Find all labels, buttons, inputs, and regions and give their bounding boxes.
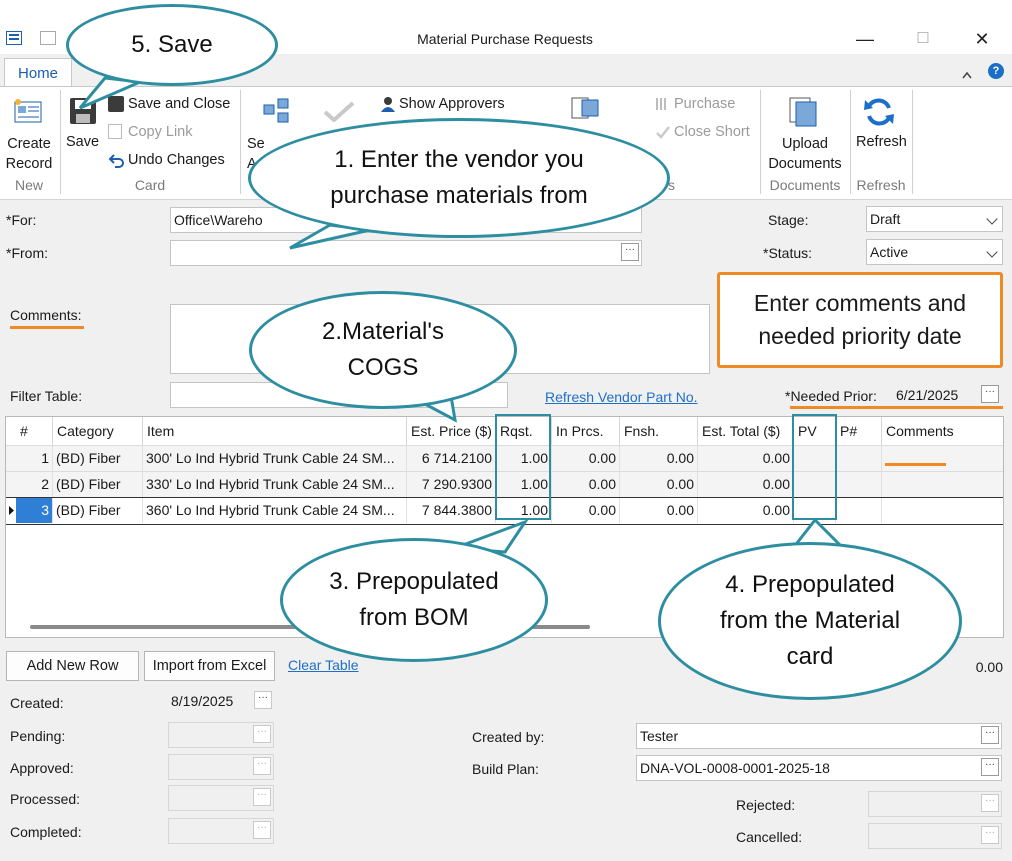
callout-material-card: 4. Prepopulated from the Material card (658, 542, 962, 700)
callout-cogs: 2.Material's COGS (249, 291, 517, 409)
callout-vendor: 1. Enter the vendor you purchase materia… (248, 118, 670, 238)
callout-comments-line-1: Enter comments and (753, 290, 967, 316)
callout-bom-line-1: 3. Prepopulated (329, 568, 499, 595)
callout-material-card-line-1: 4. Prepopulated (725, 571, 895, 598)
callout-vendor-line-2: purchase materials from (330, 182, 588, 209)
callout-comments-box: Enter comments and needed priority date (717, 272, 1003, 368)
callout-bom-line-2: from BOM (359, 604, 469, 631)
callout-cogs-line-1: 2.Material's (322, 318, 444, 345)
callout-material-card-line-3: card (786, 643, 834, 670)
callout-bom: 3. Prepopulated from BOM (280, 538, 548, 662)
callout-vendor-line-1: 1. Enter the vendor you (334, 146, 584, 173)
callout-save: 5. Save (66, 4, 278, 86)
callout-cogs-line-2: COGS (347, 354, 419, 381)
callout-material-card-line-2: from the Material (719, 607, 901, 634)
callout-save-text: 5. Save (131, 31, 213, 58)
callout-comments-line-2: needed priority date (758, 323, 962, 349)
